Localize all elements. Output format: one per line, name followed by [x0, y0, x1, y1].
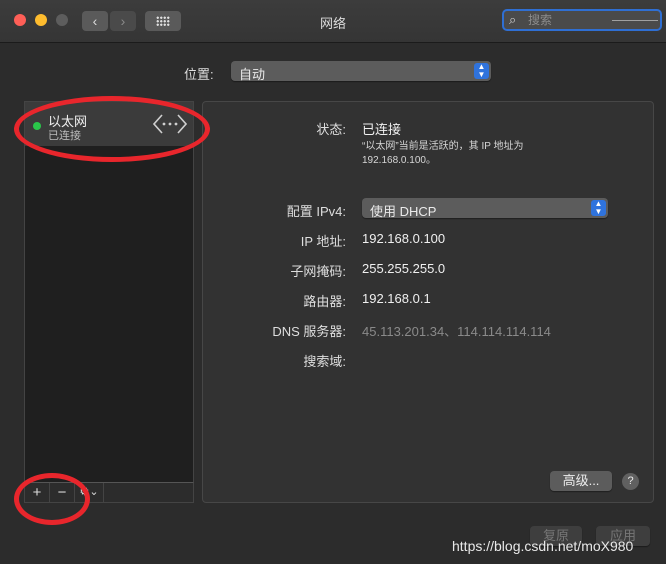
configure-ipv4-value: 使用 DHCP: [370, 204, 437, 219]
subnet-mask-value: 255.255.255.0: [362, 261, 446, 276]
network-preferences-window: ‹ › 网络 ⌕ 位置: 自动 ▲▼ 以太网 已连接: [0, 0, 666, 564]
service-item-ethernet[interactable]: 以太网 已连接: [25, 102, 193, 146]
advanced-button[interactable]: 高级...: [550, 471, 612, 491]
ethernet-icon: [153, 114, 187, 134]
titlebar: ‹ › 网络 ⌕: [0, 0, 666, 43]
ip-address-label: IP 地址:: [300, 234, 346, 249]
subnet-mask-label: 子网掩码:: [290, 264, 346, 279]
service-status: 已连接: [48, 130, 81, 142]
service-action-menu-button[interactable]: ⚙⌄: [75, 483, 104, 502]
help-button[interactable]: ?: [622, 473, 639, 490]
search-field-divider: [612, 20, 658, 21]
router-value: 192.168.0.1: [362, 291, 431, 306]
remove-service-button[interactable]: −: [50, 483, 75, 502]
status-description: “以太网”当前是活跃的，其 IP 地址为 192.168.0.100。: [362, 141, 524, 166]
location-popup[interactable]: 自动 ▲ ▼: [231, 61, 491, 82]
service-list: 以太网 已连接: [24, 101, 194, 484]
dns-servers-label: DNS 服务器:: [272, 324, 346, 339]
location-value: 自动: [239, 67, 266, 82]
location-label: 位置:: [184, 67, 214, 82]
search-icon: ⌕: [509, 12, 517, 27]
status-label: 状态:: [316, 122, 346, 137]
search-input[interactable]: [528, 12, 608, 28]
service-list-toolbar: + − ⚙⌄: [24, 482, 194, 503]
add-service-button[interactable]: +: [25, 483, 50, 502]
configure-ipv4-label: 配置 IPv4:: [286, 204, 346, 219]
popup-arrows-icon: ▲ ▼: [474, 63, 489, 79]
status-value: 已连接: [362, 122, 402, 137]
status-dot-icon: [33, 122, 41, 130]
popup-arrows-icon: ▲ ▼: [591, 200, 606, 216]
watermark: https://blog.csdn.net/moX980: [452, 538, 634, 554]
ip-address-value: 192.168.0.100: [362, 231, 446, 246]
dns-servers-value: 45.113.201.34、114.114.114.114: [362, 324, 551, 339]
configure-ipv4-popup[interactable]: 使用 DHCP ▲ ▼: [362, 198, 608, 219]
search-domains-label: 搜索域:: [303, 354, 346, 369]
search-field[interactable]: ⌕: [502, 9, 662, 31]
router-label: 路由器:: [303, 294, 346, 309]
